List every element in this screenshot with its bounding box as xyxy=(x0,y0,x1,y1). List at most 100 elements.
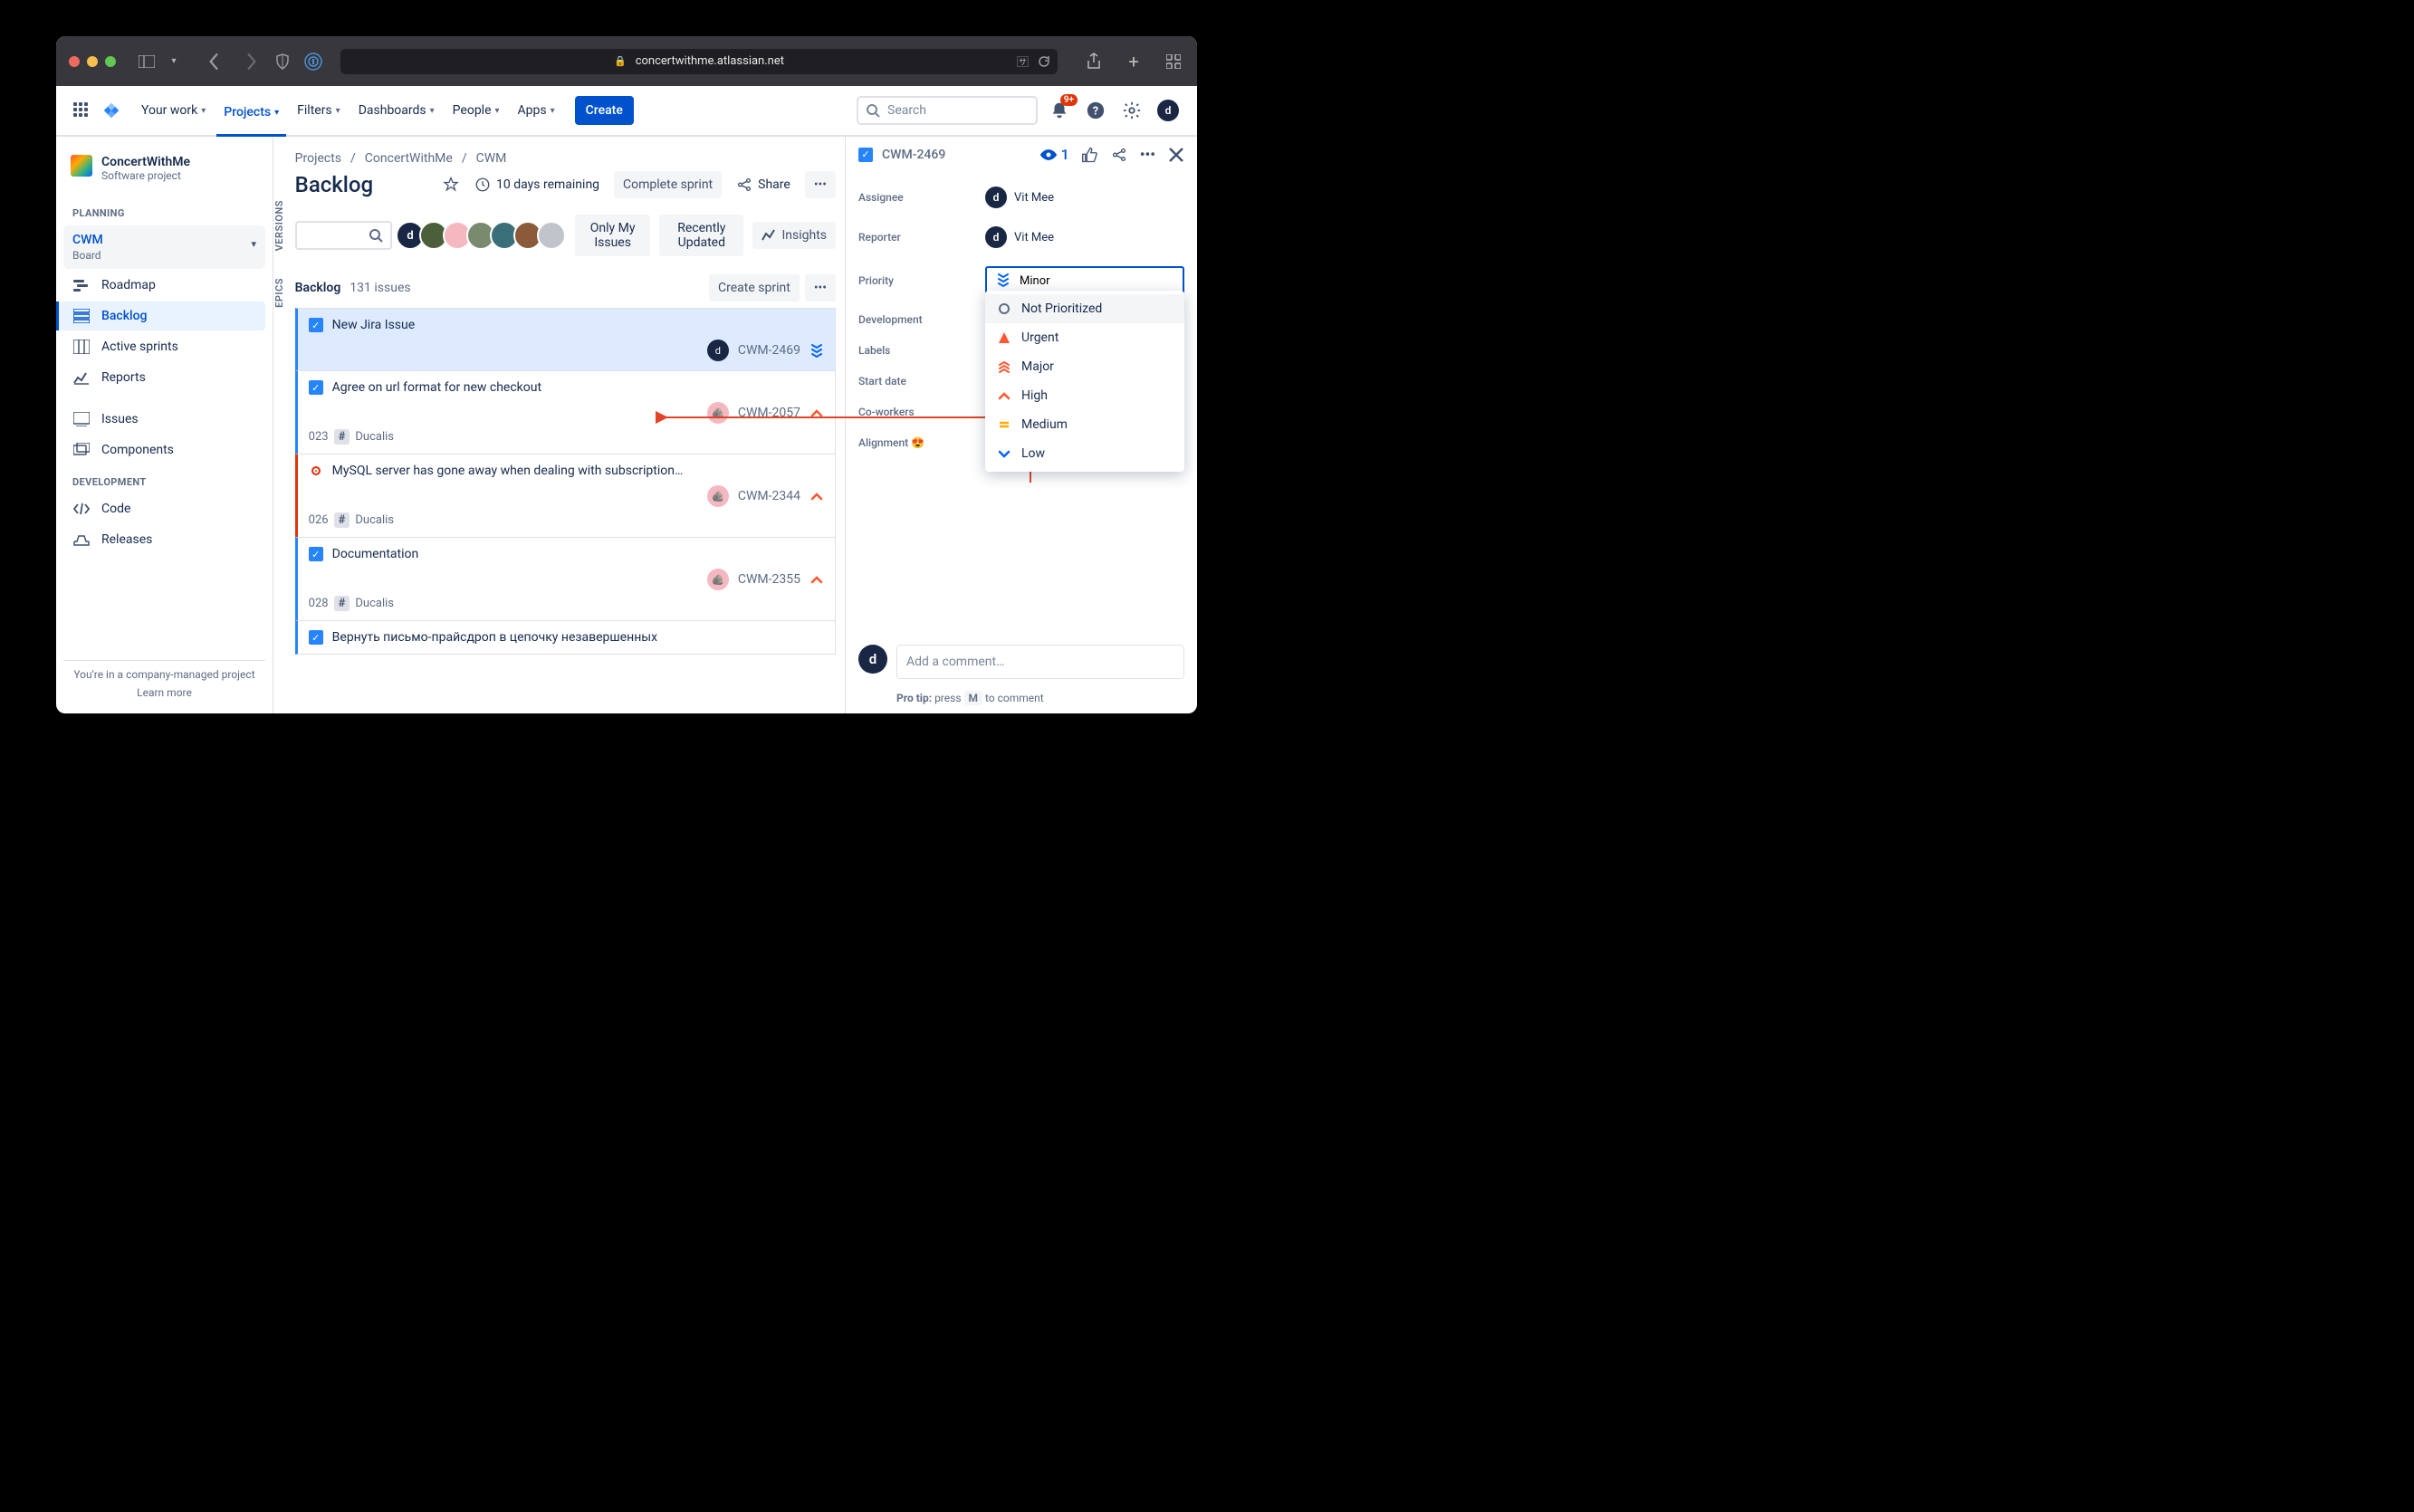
priority-option[interactable]: High xyxy=(985,381,1184,410)
nav-projects[interactable]: Projects▾ xyxy=(216,100,286,137)
chevron-down-icon: ▾ xyxy=(251,238,256,250)
star-icon[interactable] xyxy=(442,176,460,194)
reporter-value[interactable]: dVit Mee xyxy=(985,226,1054,248)
max-window[interactable] xyxy=(105,56,116,67)
url-bar[interactable]: 🔒 concertwithme.atlassian.net 🈂 xyxy=(340,49,1058,74)
new-tab-icon[interactable]: + xyxy=(1123,51,1145,72)
complete-sprint-button[interactable]: Complete sprint xyxy=(614,171,722,198)
url-text: concertwithme.atlassian.net xyxy=(636,54,784,68)
project-name: ConcertWithMe xyxy=(101,155,190,169)
svg-text:?: ? xyxy=(1093,105,1098,119)
close-icon[interactable] xyxy=(1168,147,1184,163)
nav-your-work[interactable]: Your work▾ xyxy=(134,98,213,123)
profile-avatar[interactable]: d xyxy=(1154,96,1183,125)
section-development: DEVELOPMENT xyxy=(63,465,265,493)
crumb-project[interactable]: ConcertWithMe xyxy=(365,151,453,166)
sidebar-reports[interactable]: Reports xyxy=(63,363,265,392)
issue-card[interactable]: ✓Agree on url format for new checkout🪨CW… xyxy=(295,370,836,455)
panel-issue-key[interactable]: CWM-2469 xyxy=(882,148,945,162)
nav-apps[interactable]: Apps▾ xyxy=(511,98,562,123)
assignee-filter-avatars[interactable]: d xyxy=(401,221,566,250)
reload-icon[interactable] xyxy=(1038,55,1050,68)
issue-card[interactable]: ✓Documentation🪨CWM-2355028#Ducalis xyxy=(295,537,836,621)
sidebar-backlog[interactable]: Backlog xyxy=(56,301,265,330)
issue-card[interactable]: MySQL server has gone away when dealing … xyxy=(295,454,836,538)
priority-option[interactable]: Not Prioritized xyxy=(985,294,1184,323)
backlog-more-button[interactable]: ••• xyxy=(805,274,836,301)
jira-logo-icon[interactable] xyxy=(101,100,121,120)
app-switcher-icon[interactable] xyxy=(71,100,92,121)
nav-filters[interactable]: Filters▾ xyxy=(290,98,348,123)
close-window[interactable] xyxy=(69,56,80,67)
versions-tab[interactable]: VERSIONS xyxy=(273,200,285,251)
sidebar-active-sprints[interactable]: Active sprints xyxy=(63,332,265,361)
only-my-issues-button[interactable]: Only My Issues xyxy=(575,215,650,256)
crumb-board[interactable]: CWM xyxy=(476,151,507,166)
clock-icon xyxy=(474,177,491,193)
translate-icon[interactable]: 🈂 xyxy=(1017,53,1029,70)
insights-button[interactable]: Insights xyxy=(752,222,836,249)
sidebar: ConcertWithMe Software project PLANNING … xyxy=(56,137,273,713)
board-icon xyxy=(72,340,91,354)
comment-avatar: d xyxy=(858,645,887,674)
more-icon[interactable]: ••• xyxy=(1140,146,1155,163)
onepassword-icon[interactable] xyxy=(302,51,324,72)
settings-icon[interactable] xyxy=(1117,96,1146,125)
notifications-icon[interactable]: 9+ xyxy=(1045,96,1074,125)
shield-icon[interactable] xyxy=(272,51,293,72)
assignee-value[interactable]: dVit Mee xyxy=(985,187,1054,208)
board-switcher[interactable]: CWM Board ▾ xyxy=(63,225,265,269)
thumbs-up-icon[interactable] xyxy=(1082,147,1098,163)
issues-icon xyxy=(72,412,91,426)
crumb-projects[interactable]: Projects xyxy=(295,151,341,166)
browser-chrome: ▾ 🔒 concertwithme.atlassian.net 🈂 xyxy=(56,36,1197,86)
forward-icon[interactable] xyxy=(241,51,263,72)
issue-detail-panel: ✓ CWM-2469 1 ••• AssigneedVit Mee Report… xyxy=(845,137,1197,713)
share-button[interactable]: Share xyxy=(736,177,790,193)
min-window[interactable] xyxy=(87,56,98,67)
comment-input[interactable]: Add a comment… xyxy=(896,645,1184,679)
priority-option[interactable]: Medium xyxy=(985,410,1184,439)
chevron-down-icon: ▾ xyxy=(336,106,340,116)
share-icon[interactable] xyxy=(1111,147,1127,163)
tabs-icon[interactable] xyxy=(1163,51,1184,72)
project-icon xyxy=(71,155,92,177)
search-icon xyxy=(866,103,880,118)
recently-updated-button[interactable]: Recently Updated xyxy=(659,215,743,256)
more-menu-button[interactable]: ••• xyxy=(805,171,836,198)
share-icon[interactable] xyxy=(1083,51,1105,72)
reports-icon xyxy=(72,370,91,385)
epics-tab[interactable]: EPICS xyxy=(273,278,285,308)
help-icon[interactable]: ? xyxy=(1081,96,1110,125)
create-button[interactable]: Create xyxy=(575,96,634,125)
priority-option[interactable]: Urgent xyxy=(985,323,1184,352)
reporter-label: Reporter xyxy=(858,231,985,244)
issue-card[interactable]: ✓New Jira IssuedCWM-2469 xyxy=(295,308,836,371)
chevron-down-icon[interactable]: ▾ xyxy=(163,51,185,72)
priority-option[interactable]: Low xyxy=(985,439,1184,468)
issue-card[interactable]: ✓Вернуть письмо-прайсдроп в цепочку неза… xyxy=(295,620,836,655)
back-icon[interactable] xyxy=(203,51,225,72)
nav-people[interactable]: People▾ xyxy=(445,98,507,123)
learn-more-link[interactable]: Learn more xyxy=(71,686,258,699)
sidebar-roadmap[interactable]: Roadmap xyxy=(63,271,265,300)
backlog-title: Backlog xyxy=(295,281,341,295)
chevron-down-icon: ▾ xyxy=(551,106,555,116)
search-input[interactable]: Search xyxy=(857,96,1038,125)
sidebar-releases[interactable]: Releases xyxy=(63,525,265,554)
sidebar-icon[interactable] xyxy=(136,51,158,72)
code-icon xyxy=(72,502,91,515)
components-icon xyxy=(72,443,91,457)
page-title: Backlog xyxy=(295,172,373,197)
filter-search[interactable] xyxy=(295,221,392,250)
create-sprint-button[interactable]: Create sprint xyxy=(709,274,800,301)
roadmap-icon xyxy=(72,279,91,292)
sidebar-issues[interactable]: Issues xyxy=(63,405,265,434)
chevron-down-icon: ▾ xyxy=(495,106,500,116)
sidebar-components[interactable]: Components xyxy=(63,435,265,464)
watch-button[interactable]: 1 xyxy=(1039,146,1069,163)
nav-dashboards[interactable]: Dashboards▾ xyxy=(351,98,442,123)
sidebar-code[interactable]: Code xyxy=(63,494,265,523)
issue-list: ✓New Jira IssuedCWM-2469✓Agree on url fo… xyxy=(295,308,836,655)
priority-option[interactable]: Major xyxy=(985,352,1184,381)
